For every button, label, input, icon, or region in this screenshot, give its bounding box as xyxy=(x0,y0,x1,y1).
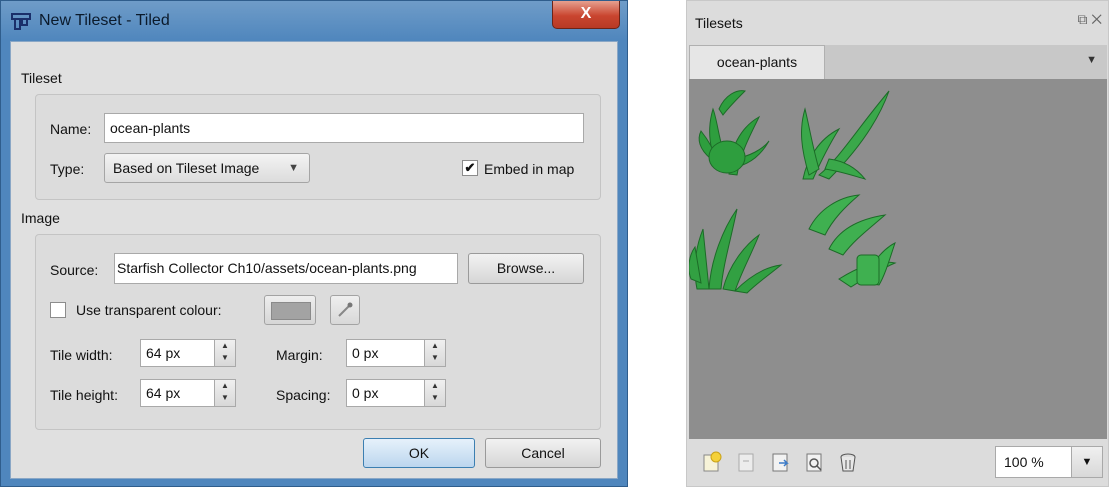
spin-arrows-icon[interactable]: ▲ ▼ xyxy=(214,380,235,406)
tile-width-label: Tile width: xyxy=(50,347,113,363)
tabs-dropdown-icon[interactable]: ▼ xyxy=(1086,54,1097,66)
tile-width-value: 64 px xyxy=(146,345,181,361)
zoom-value: 100 % xyxy=(1004,454,1044,470)
chevron-down-icon[interactable]: ▼ xyxy=(1071,447,1102,477)
transparent-colour-label: Use transparent colour: xyxy=(76,302,222,318)
panel-title: Tilesets xyxy=(695,15,743,31)
eyedropper-icon xyxy=(338,302,353,317)
spin-arrows-icon[interactable]: ▲ ▼ xyxy=(214,340,235,366)
tilesets-panel: Tilesets ⧉ ✕ ocean-plants ▼ 100 % ▼ xyxy=(686,0,1109,487)
image-group: Source: Starfish Collector Ch10/assets/o… xyxy=(35,234,601,430)
new-tileset-dialog: New Tileset - Tiled X Tileset Name: ocea… xyxy=(0,0,628,487)
panel-window-controls: ⧉ ✕ xyxy=(1077,11,1102,28)
spacing-spinbox[interactable]: 0 px ▲ ▼ xyxy=(346,379,446,407)
close-button[interactable]: X xyxy=(552,1,620,29)
tileset-tab-strip: ocean-plants ▼ xyxy=(689,45,1107,80)
spin-arrows-icon[interactable]: ▲ ▼ xyxy=(424,380,445,406)
embed-in-map-label: Embed in map xyxy=(484,161,575,177)
plant-tile[interactable] xyxy=(698,90,770,176)
dialog-client-area: Tileset Name: ocean-plants Type: Based o… xyxy=(10,41,618,479)
source-input[interactable]: Starfish Collector Ch10/assets/ocean-pla… xyxy=(114,253,458,284)
tile-width-spinbox[interactable]: 64 px ▲ ▼ xyxy=(140,339,236,367)
color-picker-button[interactable] xyxy=(330,295,360,325)
type-label: Type: xyxy=(50,161,85,177)
browse-button[interactable]: Browse... xyxy=(468,253,584,284)
dialog-titlebar[interactable]: New Tileset - Tiled X xyxy=(1,1,627,41)
colour-swatch-button[interactable] xyxy=(264,295,316,325)
chevron-down-icon: ▼ xyxy=(288,162,299,174)
source-label: Source: xyxy=(50,262,99,278)
type-select-value: Based on Tileset Image xyxy=(113,160,260,176)
type-select[interactable]: Based on Tileset Image ▼ xyxy=(104,153,310,183)
tiled-app-icon xyxy=(11,13,31,30)
cancel-button[interactable]: Cancel xyxy=(485,438,601,468)
tileset-view[interactable] xyxy=(688,79,1107,439)
close-icon[interactable]: ✕ xyxy=(1091,11,1102,27)
margin-label: Margin: xyxy=(276,347,323,363)
dialog-title: New Tileset - Tiled xyxy=(39,12,170,29)
panel-toolbar: 100 % ▼ xyxy=(689,439,1107,485)
tileset-group: Name: ocean-plants Type: Based on Tilese… xyxy=(35,94,601,200)
spacing-label: Spacing: xyxy=(276,387,331,403)
import-tileset-icon[interactable] xyxy=(735,451,757,473)
plant-tile[interactable] xyxy=(808,194,897,288)
new-tileset-icon[interactable] xyxy=(701,451,723,473)
tileset-properties-icon[interactable] xyxy=(803,451,825,473)
image-section-label: Image xyxy=(21,210,60,226)
spacing-value: 0 px xyxy=(352,385,379,401)
tileset-image xyxy=(688,90,897,294)
colour-swatch-fill xyxy=(271,302,311,320)
margin-spinbox[interactable]: 0 px ▲ ▼ xyxy=(346,339,446,367)
remove-tileset-icon[interactable] xyxy=(837,451,859,473)
float-icon[interactable]: ⧉ xyxy=(1077,11,1087,27)
spin-arrows-icon[interactable]: ▲ ▼ xyxy=(424,340,445,366)
plant-tile[interactable] xyxy=(688,208,783,294)
tile-height-label: Tile height: xyxy=(50,387,118,403)
margin-value: 0 px xyxy=(352,345,379,361)
tileset-section-label: Tileset xyxy=(21,70,62,86)
name-label: Name: xyxy=(50,121,92,137)
zoom-select[interactable]: 100 % ▼ xyxy=(995,446,1103,478)
tile-height-spinbox[interactable]: 64 px ▲ ▼ xyxy=(140,379,236,407)
tile-height-value: 64 px xyxy=(146,385,181,401)
plant-tile[interactable] xyxy=(801,90,890,180)
tab-ocean-plants[interactable]: ocean-plants xyxy=(689,45,825,79)
ok-button[interactable]: OK xyxy=(363,438,475,468)
transparent-colour-checkbox[interactable] xyxy=(50,302,66,318)
export-tileset-icon[interactable] xyxy=(769,451,791,473)
embed-in-map-checkbox[interactable]: ✔ xyxy=(462,160,478,176)
name-input[interactable]: ocean-plants xyxy=(104,113,584,143)
